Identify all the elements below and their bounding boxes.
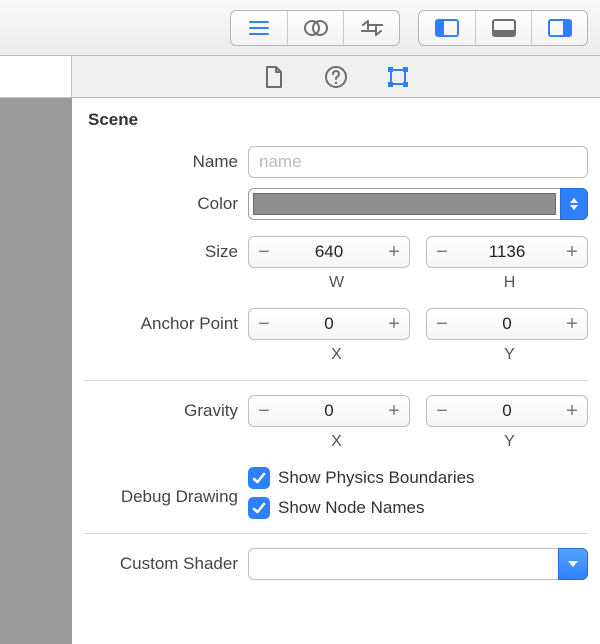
minus-icon[interactable]: − xyxy=(427,309,457,339)
color-stepper-icon[interactable] xyxy=(560,188,588,220)
minus-icon[interactable]: − xyxy=(249,237,279,267)
size-width-value[interactable]: 640 xyxy=(279,237,379,267)
color-label: Color xyxy=(84,194,248,214)
plus-icon[interactable]: + xyxy=(557,396,587,426)
shader-label: Custom Shader xyxy=(84,554,248,574)
panel-visibility-segmented xyxy=(418,10,588,46)
editor-version-icon[interactable] xyxy=(343,11,399,45)
divider xyxy=(84,533,588,534)
plus-icon[interactable]: + xyxy=(379,237,409,267)
size-label: Size xyxy=(84,242,248,262)
name-label: Name xyxy=(84,152,248,172)
name-input[interactable] xyxy=(248,146,588,178)
anchor-x-stepper[interactable]: − 0 + xyxy=(248,308,410,340)
minus-icon[interactable]: − xyxy=(249,396,279,426)
chevron-down-icon[interactable] xyxy=(558,548,588,580)
anchor-label: Anchor Point xyxy=(84,314,248,334)
size-height-value[interactable]: 1136 xyxy=(457,237,557,267)
panel-right-icon[interactable] xyxy=(531,11,587,45)
gravity-x-sublabel: X xyxy=(258,433,415,451)
node-names-label: Show Node Names xyxy=(278,498,424,518)
minus-icon[interactable]: − xyxy=(249,309,279,339)
gravity-x-value[interactable]: 0 xyxy=(279,396,379,426)
shader-value[interactable] xyxy=(248,548,558,580)
inspector-panel: Scene Name Color Size − xyxy=(72,98,600,644)
inspector-tabs xyxy=(0,56,600,98)
editor-sidebar xyxy=(0,98,72,644)
anchor-x-value[interactable]: 0 xyxy=(279,309,379,339)
plus-icon[interactable]: + xyxy=(379,396,409,426)
file-inspector-icon[interactable] xyxy=(261,64,287,90)
gravity-y-sublabel: Y xyxy=(431,433,588,451)
color-well[interactable] xyxy=(248,188,560,220)
size-width-sublabel: W xyxy=(258,274,415,292)
editor-mode-segmented xyxy=(230,10,400,46)
plus-icon[interactable]: + xyxy=(557,237,587,267)
node-inspector-icon[interactable] xyxy=(385,64,411,90)
anchor-y-value[interactable]: 0 xyxy=(457,309,557,339)
physics-boundaries-checkbox[interactable] xyxy=(248,467,270,489)
panel-left-icon[interactable] xyxy=(419,11,475,45)
plus-icon[interactable]: + xyxy=(379,309,409,339)
section-title: Scene xyxy=(88,110,588,130)
size-width-stepper[interactable]: − 640 + xyxy=(248,236,410,268)
anchor-y-sublabel: Y xyxy=(431,346,588,364)
anchor-y-stepper[interactable]: − 0 + xyxy=(426,308,588,340)
minus-icon[interactable]: − xyxy=(427,237,457,267)
plus-icon[interactable]: + xyxy=(557,309,587,339)
shader-combobox[interactable] xyxy=(248,548,588,580)
panel-bottom-icon[interactable] xyxy=(475,11,531,45)
main-toolbar xyxy=(0,0,600,56)
gravity-label: Gravity xyxy=(84,401,248,421)
node-names-checkbox[interactable] xyxy=(248,497,270,519)
minus-icon[interactable]: − xyxy=(427,396,457,426)
help-inspector-icon[interactable] xyxy=(323,64,349,90)
size-height-stepper[interactable]: − 1136 + xyxy=(426,236,588,268)
divider xyxy=(84,380,588,381)
editor-standard-icon[interactable] xyxy=(231,11,287,45)
gravity-x-stepper[interactable]: − 0 + xyxy=(248,395,410,427)
color-swatch xyxy=(253,193,556,215)
gravity-y-stepper[interactable]: − 0 + xyxy=(426,395,588,427)
gravity-y-value[interactable]: 0 xyxy=(457,396,557,426)
anchor-x-sublabel: X xyxy=(258,346,415,364)
physics-boundaries-label: Show Physics Boundaries xyxy=(278,468,475,488)
size-height-sublabel: H xyxy=(431,274,588,292)
jump-bar-region xyxy=(0,56,72,97)
debug-label: Debug Drawing xyxy=(84,487,248,507)
editor-assistant-icon[interactable] xyxy=(287,11,343,45)
